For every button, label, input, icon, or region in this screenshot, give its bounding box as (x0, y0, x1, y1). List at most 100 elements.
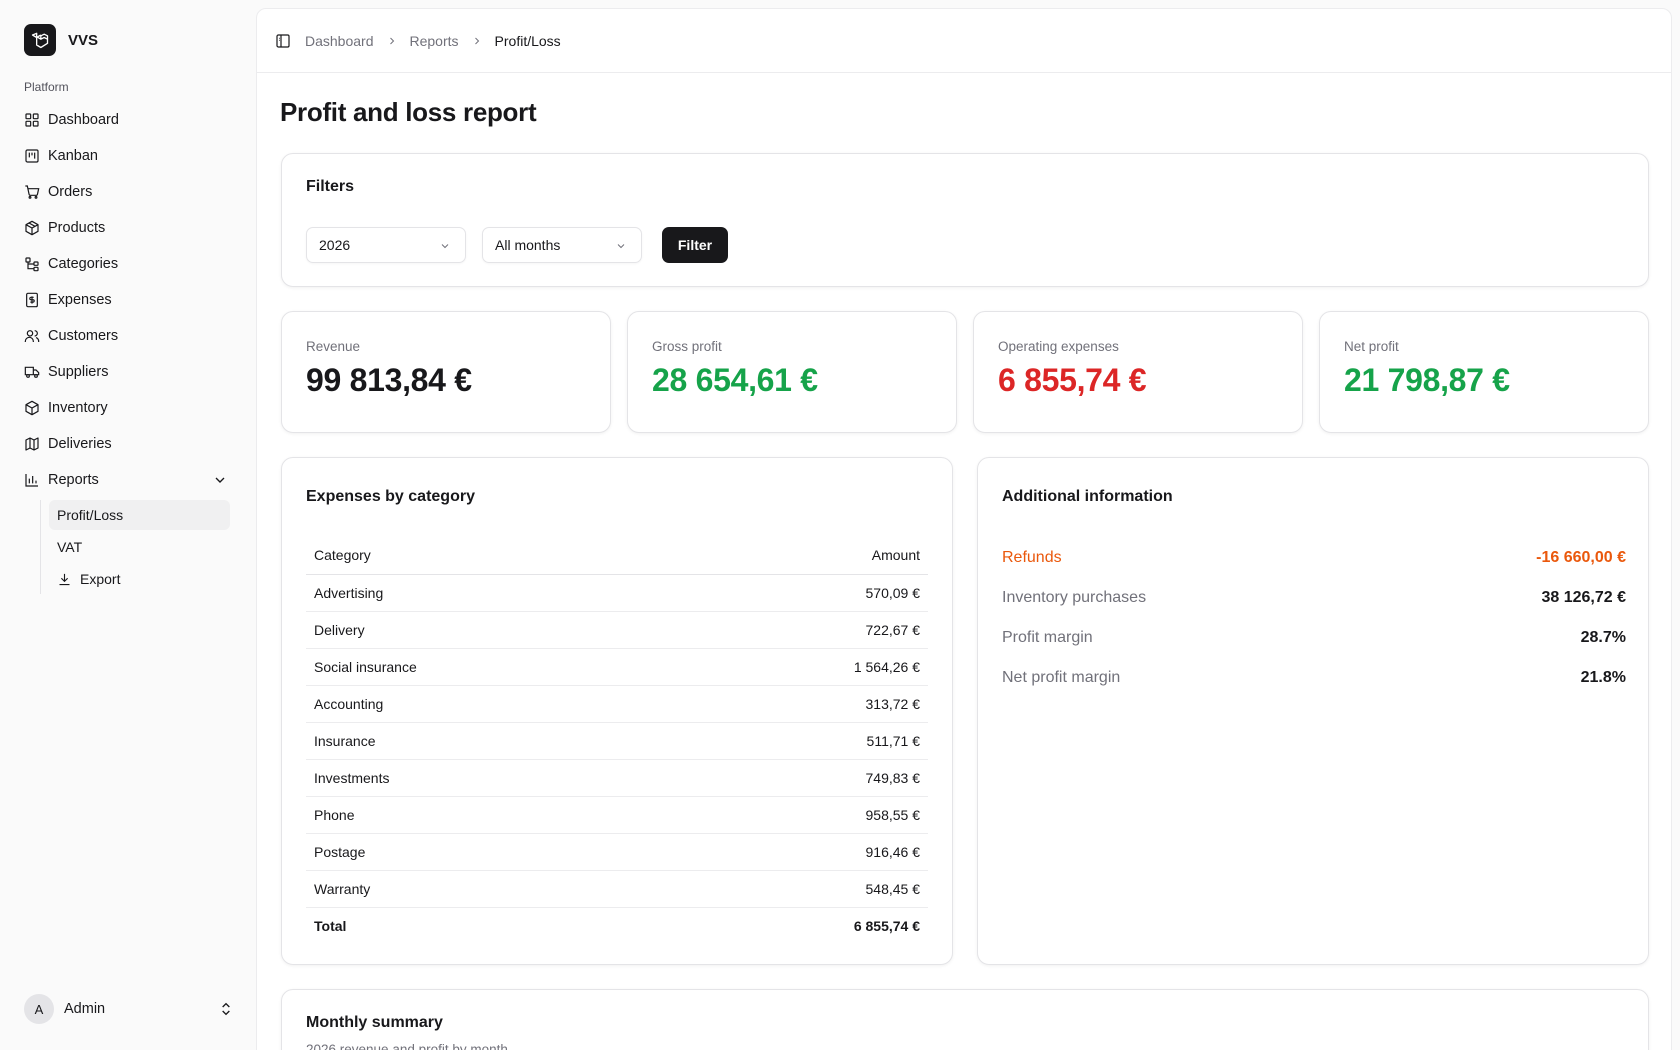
info-row-refunds: Refunds -16 660,00 € (1002, 538, 1626, 578)
sidebar-item-dashboard[interactable]: Dashboard (16, 102, 238, 138)
table-row: Social insurance 1 564,26 € (306, 648, 928, 686)
filters-card: Filters 2026 All months Filter (281, 153, 1649, 287)
column-header-category: Category (306, 536, 674, 575)
expenses-card: Expenses by category Category Amount Adv… (281, 457, 953, 965)
info-label: Refunds (1002, 549, 1062, 566)
chevron-right-icon (386, 35, 398, 47)
cell-amount: 916,46 € (673, 833, 928, 871)
subnav-item-vat[interactable]: VAT (49, 532, 230, 562)
breadcrumb-dashboard[interactable]: Dashboard (305, 33, 374, 49)
cell-amount: 313,72 € (673, 685, 928, 723)
stat-value: 21 798,87 € (1344, 362, 1510, 398)
chevron-down-icon (617, 244, 625, 249)
total-label: Total (314, 917, 347, 934)
subnav-item-label: VAT (57, 539, 83, 555)
tree-icon (25, 257, 39, 272)
cell-category: Insurance (306, 722, 674, 760)
cell-amount: 958,55 € (673, 796, 928, 834)
sidebar-item-kanban[interactable]: Kanban (16, 138, 238, 174)
reports-subnav: Profit/Loss VAT Export (40, 500, 230, 594)
subnav-item-export[interactable]: Export (49, 564, 230, 594)
table-header-row: Category Amount (306, 536, 928, 575)
sidebar-item-deliveries[interactable]: Deliveries (16, 426, 238, 462)
total-amount: 6 855,74 € (853, 917, 920, 934)
sidebar-item-inventory[interactable]: Inventory (16, 390, 238, 426)
sidebar-item-label: Categories (48, 256, 119, 272)
sidebar-item-orders[interactable]: Orders (16, 174, 238, 210)
additional-info-title: Additional information (1002, 488, 1173, 505)
month-select-value: All months (495, 237, 561, 253)
topbar: Dashboard Reports Profit/Loss (257, 9, 1671, 73)
breadcrumb-reports[interactable]: Reports (410, 33, 459, 49)
sidebar-item-categories[interactable]: Categories (16, 246, 238, 282)
sidebar-item-customers[interactable]: Customers (16, 318, 238, 354)
user-name: Admin (64, 1001, 106, 1017)
sidebar-item-expenses[interactable]: Expenses (16, 282, 238, 318)
info-list: Refunds -16 660,00 € Inventory purchases… (1002, 538, 1626, 698)
info-label: Profit margin (1002, 629, 1093, 646)
info-label: Net profit margin (1002, 669, 1121, 686)
filters-title: Filters (306, 178, 355, 195)
table-row: Advertising 570,09 € (306, 574, 928, 612)
cell-category: Advertising (306, 574, 674, 612)
subnav-item-profit-loss[interactable]: Profit/Loss (49, 500, 230, 530)
chevron-down-icon[interactable] (212, 472, 228, 488)
breadcrumb: Dashboard Reports Profit/Loss (305, 33, 561, 49)
sidebar-item-suppliers[interactable]: Suppliers (16, 354, 238, 390)
cell-amount: 1 564,26 € (673, 648, 928, 686)
expenses-title: Expenses by category (306, 488, 475, 505)
column-header-amount: Amount (673, 536, 928, 575)
additional-info-card: Additional information Refunds -16 660,0… (977, 457, 1649, 965)
table-row: Delivery 722,67 € (306, 611, 928, 649)
sidebar-item-label: Inventory (48, 400, 108, 416)
info-value: 21.8% (1580, 669, 1626, 686)
sidebar-item-products[interactable]: Products (16, 210, 238, 246)
brand[interactable]: VVS (24, 24, 98, 56)
users-icon (24, 330, 40, 342)
expenses-table-body: Advertising 570,09 € Delivery 722,67 € Socia… (306, 574, 928, 944)
monthly-summary-subtitle: 2026 revenue and profit by month (306, 1042, 508, 1050)
bar-chart-icon (25, 474, 38, 487)
month-select[interactable]: All months (482, 227, 642, 263)
avatar: A (24, 994, 54, 1024)
year-select-value: 2026 (319, 237, 351, 253)
truck-icon (24, 366, 40, 378)
stat-label: Net profit (1344, 339, 1399, 354)
sidebar-toggle-icon[interactable] (275, 33, 291, 49)
stat-card-operating-expenses: Operating expenses 6 855,74 € (973, 311, 1303, 433)
info-label: Inventory purchases (1002, 589, 1147, 606)
breadcrumb-current: Profit/Loss (494, 32, 561, 49)
page-title: Profit and loss report (280, 97, 537, 127)
sidebar: VVS Platform Dashboard Kanban Orders Pro… (0, 0, 256, 1050)
user-menu[interactable]: A Admin (24, 994, 234, 1024)
cell-amount: 749,83 € (673, 759, 928, 797)
stat-label: Gross profit (652, 339, 722, 354)
sidebar-item-label: Products (48, 220, 106, 236)
section-label: Platform (24, 80, 69, 94)
sidebar-item-label: Reports (48, 472, 99, 488)
table-row: Phone 958,55 € (306, 796, 928, 834)
cell-amount: 722,67 € (673, 611, 928, 649)
download-icon (59, 573, 70, 585)
table-row: Accounting 313,72 € (306, 685, 928, 723)
cell-amount: 570,09 € (673, 574, 928, 612)
cell-amount: 548,45 € (673, 870, 928, 908)
sidebar-item-label: Deliveries (48, 436, 112, 452)
year-select[interactable]: 2026 (306, 227, 466, 263)
cell-category: Social insurance (306, 648, 674, 686)
receipt-icon (26, 292, 38, 308)
sidebar-item-label: Dashboard (48, 112, 119, 128)
main-panel: Dashboard Reports Profit/Loss Profit and… (256, 8, 1672, 1050)
sidebar-item-reports[interactable]: Reports (16, 462, 238, 498)
filter-button[interactable]: Filter (662, 227, 728, 263)
box-icon (25, 400, 39, 416)
kanban-icon (25, 149, 39, 163)
stat-card-revenue: Revenue 99 813,84 € (281, 311, 611, 433)
table-row: Insurance 511,71 € (306, 722, 928, 760)
subnav-item-label: Profit/Loss (57, 507, 124, 523)
cell-category: Postage (306, 833, 674, 871)
info-row-net-profit-margin: Net profit margin 21.8% (1002, 658, 1626, 698)
table-total-row: Total 6 855,74 € (306, 907, 928, 944)
stat-label: Operating expenses (998, 339, 1119, 354)
cell-category: Delivery (306, 611, 674, 649)
